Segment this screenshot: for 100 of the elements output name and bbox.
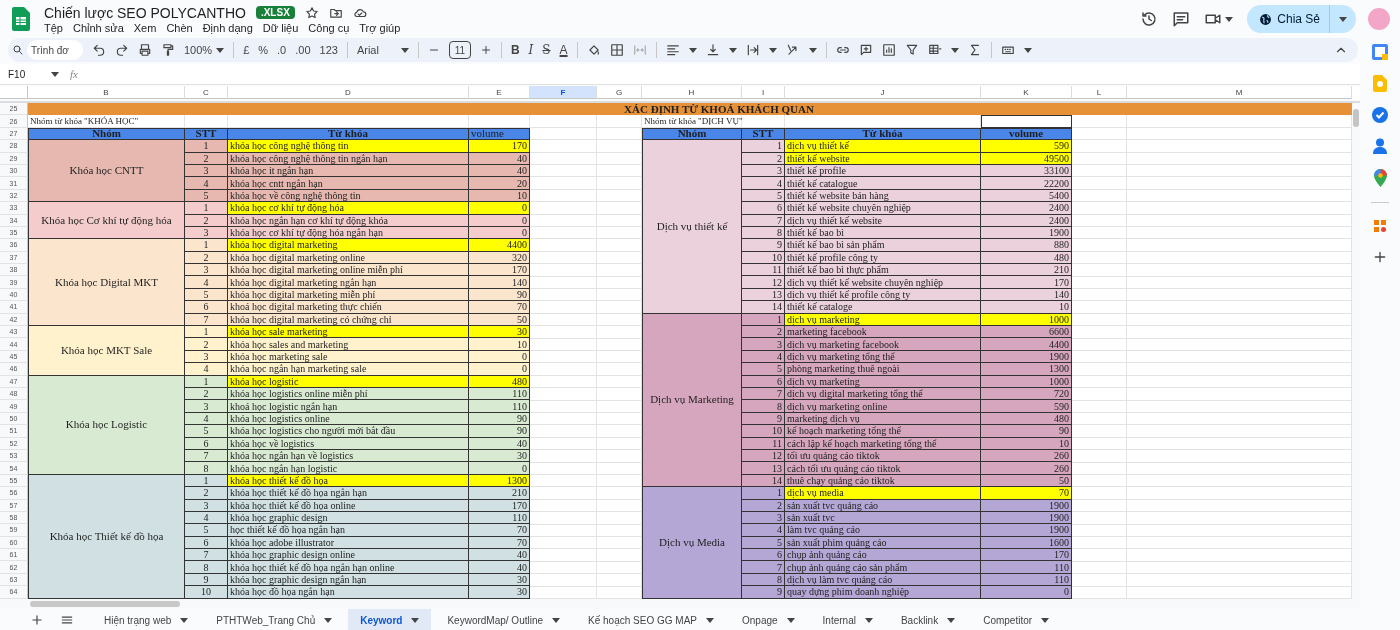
number-format-button[interactable]: .0 xyxy=(277,44,287,56)
menu-item[interactable]: Công cụ xyxy=(308,21,350,34)
color-button[interactable]: A xyxy=(559,43,568,57)
chart-icon[interactable] xyxy=(881,43,896,57)
index-cell: 7 xyxy=(185,549,228,562)
column-header[interactable]: G xyxy=(597,86,642,99)
plus-icon[interactable] xyxy=(479,44,492,56)
paint-format-icon[interactable] xyxy=(161,43,175,57)
borders-icon[interactable] xyxy=(609,43,624,57)
add-comment-icon[interactable] xyxy=(858,43,873,57)
keyword-cell: khóa học digital marketing xyxy=(228,239,469,252)
menu-item[interactable]: Chỉnh sửa xyxy=(72,21,124,34)
name-box[interactable]: F10 xyxy=(8,68,26,80)
menu-item[interactable]: Định dạng xyxy=(202,21,253,34)
contacts-icon[interactable] xyxy=(1373,138,1387,154)
text-rotation-icon[interactable] xyxy=(785,43,800,57)
keyword-cell: khóa học digital marketing online miễn phí xyxy=(228,264,469,277)
vertical-scrollbar[interactable] xyxy=(1353,109,1359,127)
bold-button[interactable]: B xyxy=(510,43,520,57)
volume-cell: 0 xyxy=(469,202,530,215)
number-format-button[interactable]: £ xyxy=(243,44,250,56)
column-header[interactable]: K xyxy=(981,86,1072,99)
sheet-tab[interactable]: Onpage xyxy=(730,609,807,630)
column-header[interactable]: I xyxy=(742,86,785,99)
menu-item[interactable]: Trợ giúp xyxy=(359,21,401,34)
column-header[interactable]: H xyxy=(642,86,742,99)
index-cell: 9 xyxy=(742,239,785,252)
redo-icon[interactable] xyxy=(115,43,129,57)
volume-cell: 110 xyxy=(469,400,530,413)
history-icon[interactable] xyxy=(1140,10,1159,28)
sheet-tab[interactable]: Kế hoạch SEO GG MAP xyxy=(576,609,726,630)
font-dropdown[interactable]: Arial xyxy=(356,44,409,56)
menu-item[interactable]: Dữ liệu xyxy=(262,21,299,34)
italic-button[interactable]: I xyxy=(528,43,534,57)
volume-cell: 10 xyxy=(469,338,530,351)
volume-cell: 170 xyxy=(981,276,1072,289)
column-header[interactable]: B xyxy=(28,86,185,99)
index-cell: 4 xyxy=(742,524,785,537)
volume-cell: 40 xyxy=(469,549,530,562)
fill-color-icon[interactable] xyxy=(586,43,601,57)
number-format-button[interactable]: .00 xyxy=(295,44,311,56)
menu-item[interactable]: Tệp xyxy=(44,21,63,34)
caret-icon xyxy=(552,617,561,623)
search-icon[interactable] xyxy=(12,44,24,56)
keyboard-icon[interactable] xyxy=(1000,43,1015,57)
column-header[interactable]: D xyxy=(228,86,469,99)
horizontal-scrollbar[interactable] xyxy=(30,601,180,607)
font-size-field[interactable]: 11 xyxy=(448,41,471,59)
header-cell: Nhóm xyxy=(642,127,742,141)
keyword-cell: khóa học graphic design online xyxy=(228,549,469,562)
sheet-tab[interactable]: Backlink xyxy=(888,609,968,630)
caret-icon xyxy=(1225,16,1234,22)
filter-views-icon[interactable] xyxy=(927,43,942,57)
sheet-tab[interactable]: Keyword xyxy=(348,609,432,630)
menu-item[interactable]: Chèn xyxy=(166,21,193,34)
print-icon[interactable] xyxy=(138,43,152,57)
volume-cell: 0 xyxy=(469,462,530,475)
undo-icon[interactable] xyxy=(92,43,106,57)
filter-icon[interactable] xyxy=(904,43,919,57)
plus-icon[interactable] xyxy=(1372,249,1388,265)
vertical-align-icon[interactable] xyxy=(705,43,720,57)
zoom-dropdown[interactable]: 100% xyxy=(184,44,225,56)
menu-search-field[interactable]: Trình đơ xyxy=(27,40,83,60)
column-header[interactable]: F xyxy=(530,86,597,99)
number-format-button[interactable]: % xyxy=(258,44,269,56)
strike-button[interactable]: S xyxy=(542,43,551,57)
add-on-icon[interactable] xyxy=(1372,218,1388,234)
volume-cell: 170 xyxy=(469,140,530,153)
sheet-tab[interactable]: PTHTWeb_Trang Chủ xyxy=(204,609,345,630)
group-cell: Khóa học Thiết kế đồ họa xyxy=(28,474,185,599)
volume-cell: 6600 xyxy=(981,326,1072,339)
column-header[interactable]: M xyxy=(1127,86,1352,99)
volume-cell: 210 xyxy=(981,264,1072,277)
sheet-tab[interactable]: Hiện trạng web xyxy=(92,609,201,630)
index-cell: 4 xyxy=(185,177,228,190)
share-button[interactable]: Chia Sẻ xyxy=(1247,5,1356,33)
column-header[interactable]: L xyxy=(1072,86,1127,99)
align-left-icon[interactable] xyxy=(665,43,680,57)
column-header[interactable]: E xyxy=(469,86,530,99)
sheet-tab[interactable]: Internal xyxy=(810,609,885,630)
comment-icon[interactable] xyxy=(1172,10,1191,28)
index-cell: 1 xyxy=(185,140,228,153)
wrap-icon[interactable] xyxy=(745,43,760,57)
menu-icon[interactable] xyxy=(60,613,74,627)
menu-item[interactable]: Xem xyxy=(133,21,157,34)
sheet-tab[interactable]: Competitor xyxy=(971,609,1062,630)
document-title[interactable]: Chiến lược SEO POLYCANTHO xyxy=(44,4,246,21)
column-header[interactable]: J xyxy=(785,86,981,99)
calendar-icon[interactable] xyxy=(1372,44,1388,60)
tasks-icon[interactable] xyxy=(1372,107,1388,123)
volume-cell: 590 xyxy=(981,140,1072,153)
index-cell: 5 xyxy=(185,524,228,537)
index-cell: 2 xyxy=(185,338,228,351)
group-cell: Khóa học CNTT xyxy=(28,140,185,203)
column-header[interactable]: C xyxy=(185,86,228,99)
number-format-button[interactable]: 123 xyxy=(319,44,338,56)
sheet-tab[interactable]: KeywordMap/ Outline xyxy=(435,609,573,630)
add-sheet-icon[interactable] xyxy=(30,613,44,627)
map-pin-icon[interactable] xyxy=(1373,169,1387,187)
star-icon[interactable] xyxy=(304,5,319,20)
